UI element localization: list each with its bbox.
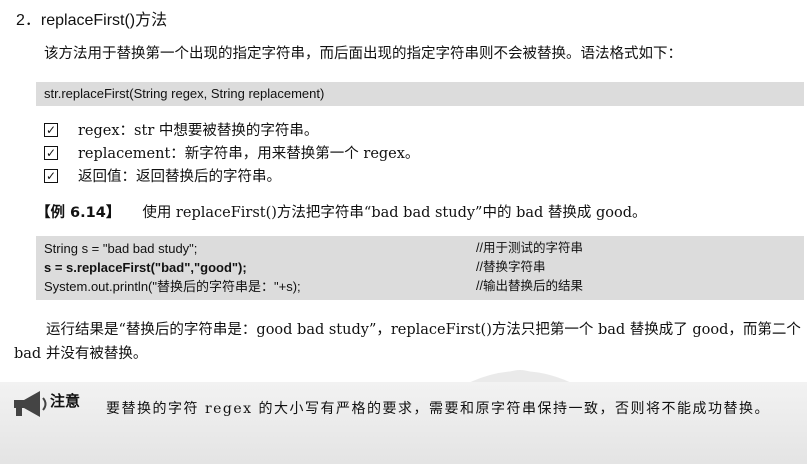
intro-paragraph: 该方法用于替换第一个出现的指定字符串，而后面出现的指定字符串则不会被替换。语法格… xyxy=(44,46,682,62)
note-text: 要替换的字符 regex 的大小写有严格的要求，需要和原字符串保持一致，否则将不… xyxy=(14,396,794,422)
code-comment: //替换字符串 xyxy=(476,260,546,274)
checkbox-icon: ✓ xyxy=(44,122,58,137)
code-comment: //用于测试的字符串 xyxy=(476,241,583,255)
example-text: 使用 replaceFirst()方法把字符串“bad bad study”中的… xyxy=(142,205,647,221)
checkbox-icon: ✓ xyxy=(44,145,58,160)
syntax-box: str.replaceFirst(String regex, String re… xyxy=(36,82,804,106)
note-body: 要替换的字符 regex 的大小写有严格的要求，需要和原字符串保持一致，否则将不… xyxy=(106,401,771,417)
list-item-text: regex：str 中想要被替换的字符串。 xyxy=(78,123,319,139)
example-caption: 【例 6.14】 使用 replaceFirst()方法把字符串“bad bad … xyxy=(36,201,647,222)
code-text: s = s.replaceFirst("bad","good"); xyxy=(44,260,247,275)
list-item: ✓ replacement：新字符串，用来替换第一个 regex。 xyxy=(44,141,419,164)
list-item-text: 返回值：返回替换后的字符串。 xyxy=(78,169,281,185)
code-line: String s = "bad bad study"; //用于测试的字符串 xyxy=(44,239,796,258)
code-block: String s = "bad bad study"; //用于测试的字符串 s… xyxy=(36,236,804,300)
code-comment: //输出替换后的结果 xyxy=(476,279,583,293)
code-line: System.out.println("替换后的字符串是："+s); //输出替… xyxy=(44,277,796,296)
list-item-text: replacement：新字符串，用来替换第一个 regex。 xyxy=(78,146,420,162)
code-text: String s = "bad bad study"; xyxy=(44,241,198,256)
section-heading: 2．replaceFirst()方法 xyxy=(16,12,168,29)
code-text: System.out.println("替换后的字符串是："+s); xyxy=(44,279,301,294)
code-line: s = s.replaceFirst("bad","good"); //替换字符… xyxy=(44,258,796,277)
example-tag: 【例 6.14】 xyxy=(36,205,121,221)
checkbox-icon: ✓ xyxy=(44,168,58,183)
list-item: ✓ 返回值：返回替换后的字符串。 xyxy=(44,164,419,187)
parameter-list: ✓ regex：str 中想要被替换的字符串。 ✓ replacement：新字… xyxy=(44,118,419,187)
list-item: ✓ regex：str 中想要被替换的字符串。 xyxy=(44,118,419,141)
note-box: 注意 要替换的字符 regex 的大小写有严格的要求，需要和原字符串保持一致，否… xyxy=(0,382,807,464)
